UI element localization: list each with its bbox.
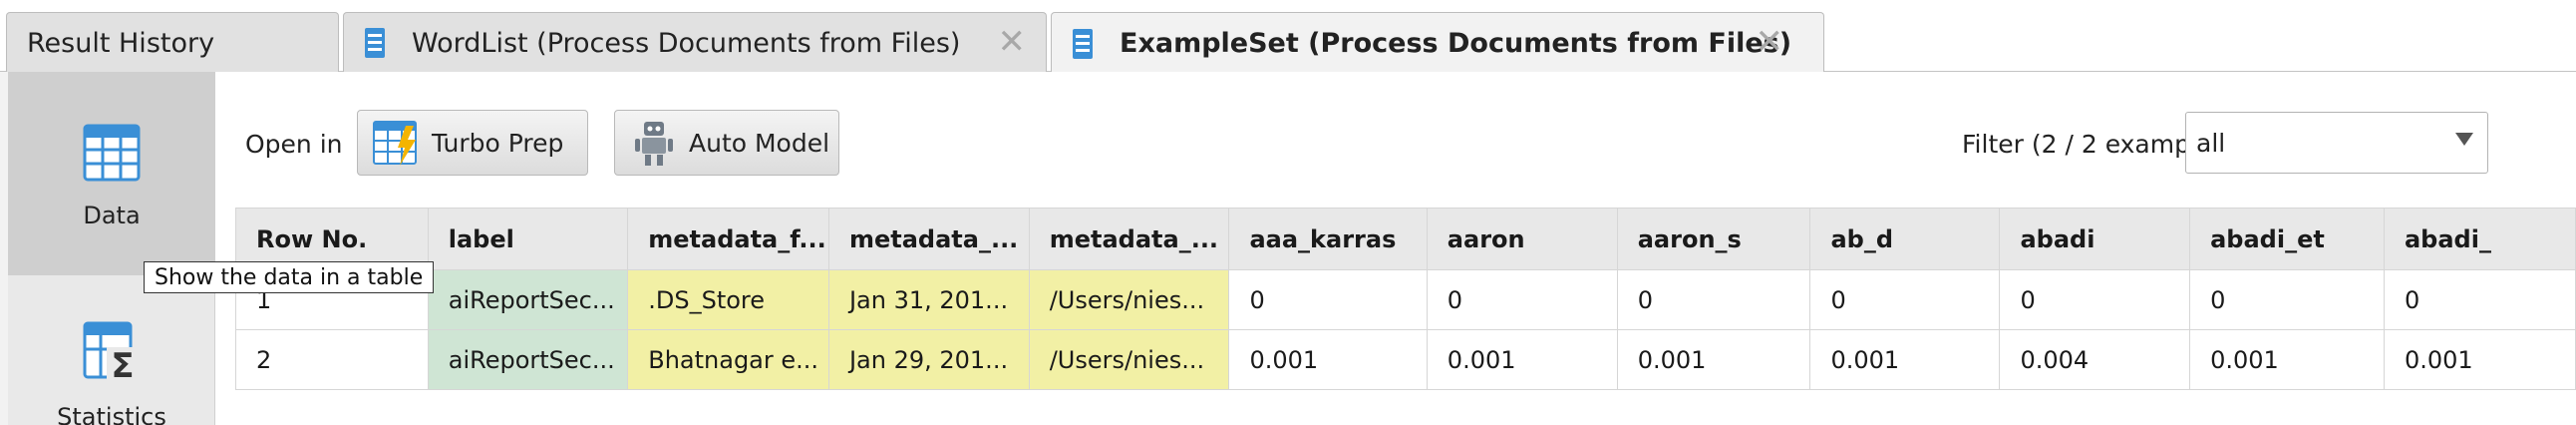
data-panel: Open in Turbo Prep Auto Model Filter (2 … [215,72,2576,425]
table-cell: 0 [2189,269,2385,330]
open-in-label: Open in [245,130,343,159]
filter-dropdown[interactable]: all [2185,112,2488,174]
table-cell: 2 [235,329,429,390]
auto-model-button[interactable]: Auto Model [614,110,839,176]
data-view-label: Data [83,202,141,229]
close-icon[interactable]: ✕ [998,22,1027,62]
table-cell: 0.004 [1999,329,2191,390]
statistics-icon: Σ [83,321,141,389]
robot-icon [629,118,679,168]
table-cell: 0.001 [1616,329,1811,390]
column-header[interactable]: metadata_... [1028,208,1230,270]
tab-label: Result History [27,27,215,59]
table-header-row: Row No. label metadata_f... metadata_...… [235,208,2576,270]
data-table: Row No. label metadata_f... metadata_...… [235,208,2576,391]
tooltip: Show the data in a table [144,261,435,293]
table-cell: 0 [2383,269,2576,330]
table-cell: Jan 29, 201... [827,329,1030,390]
view-sidebar: Data Σ Statistics [8,72,215,425]
table-cell: aiReportSec... [427,329,629,390]
table-cell: Bhatnagar e... [627,329,829,390]
table-cell: aiReportSec... [427,269,629,330]
chevron-down-icon [2455,133,2473,146]
column-header[interactable]: ab_d [1809,208,2001,270]
turbo-prep-icon [372,118,422,168]
tab-label: WordList (Process Documents from Files) [412,27,961,59]
tab-wordlist[interactable]: WordList (Process Documents from Files) … [343,12,1047,73]
column-header[interactable]: abadi_et [2189,208,2385,270]
statistics-view-button[interactable]: Σ Statistics [8,321,215,425]
column-header[interactable]: label [427,208,629,270]
filter-value: all [2196,128,2226,158]
table-cell: 0.001 [2189,329,2385,390]
column-header[interactable]: abadi_ [2383,208,2576,270]
table-cell: .DS_Store [627,269,829,330]
table-cell: /Users/nies... [1028,329,1230,390]
data-view-button[interactable]: Data [8,72,215,275]
close-icon[interactable]: ✕ [1756,22,1784,62]
statistics-view-label: Statistics [57,403,166,425]
column-header[interactable]: metadata_f... [627,208,829,270]
auto-model-label: Auto Model [689,128,830,158]
tab-exampleset[interactable]: ExampleSet (Process Documents from Files… [1051,12,1824,74]
document-icon [1072,28,1094,60]
table-cell: 0 [1616,269,1811,330]
svg-text:Σ: Σ [111,346,134,383]
table-cell: 0.001 [2383,329,2576,390]
table-cell: 0.001 [1228,329,1428,390]
tab-label: ExampleSet (Process Documents from Files… [1120,28,1792,59]
column-header[interactable]: aaron [1426,208,1618,270]
tab-result-history[interactable]: Result History [6,12,339,73]
table-cell: 0 [1809,269,2001,330]
table-cell: 0 [1999,269,2191,330]
column-header[interactable]: abadi [1999,208,2191,270]
result-view: Data Σ Statistics Open in Turbo Prep Aut… [0,72,2576,425]
table-row[interactable]: 2 aiReportSec... Bhatnagar e... Jan 29, … [235,329,2576,390]
table-cell: 0.001 [1426,329,1618,390]
document-icon [364,27,386,59]
table-cell: 0 [1228,269,1428,330]
table-cell: Jan 31, 201... [827,269,1030,330]
column-header[interactable]: aaron_s [1616,208,1811,270]
table-cell: /Users/nies... [1028,269,1230,330]
turbo-prep-button[interactable]: Turbo Prep [357,110,588,176]
table-cell: 0.001 [1809,329,2001,390]
result-tab-strip: Result History WordList (Process Documen… [0,0,2576,74]
table-cell: 0 [1426,269,1618,330]
turbo-prep-label: Turbo Prep [432,128,564,158]
table-icon [83,124,141,188]
table-row[interactable]: 1 aiReportSec... .DS_Store Jan 31, 201..… [235,269,2576,330]
column-header[interactable]: metadata_... [827,208,1030,270]
column-header[interactable]: aaa_karras [1228,208,1428,270]
